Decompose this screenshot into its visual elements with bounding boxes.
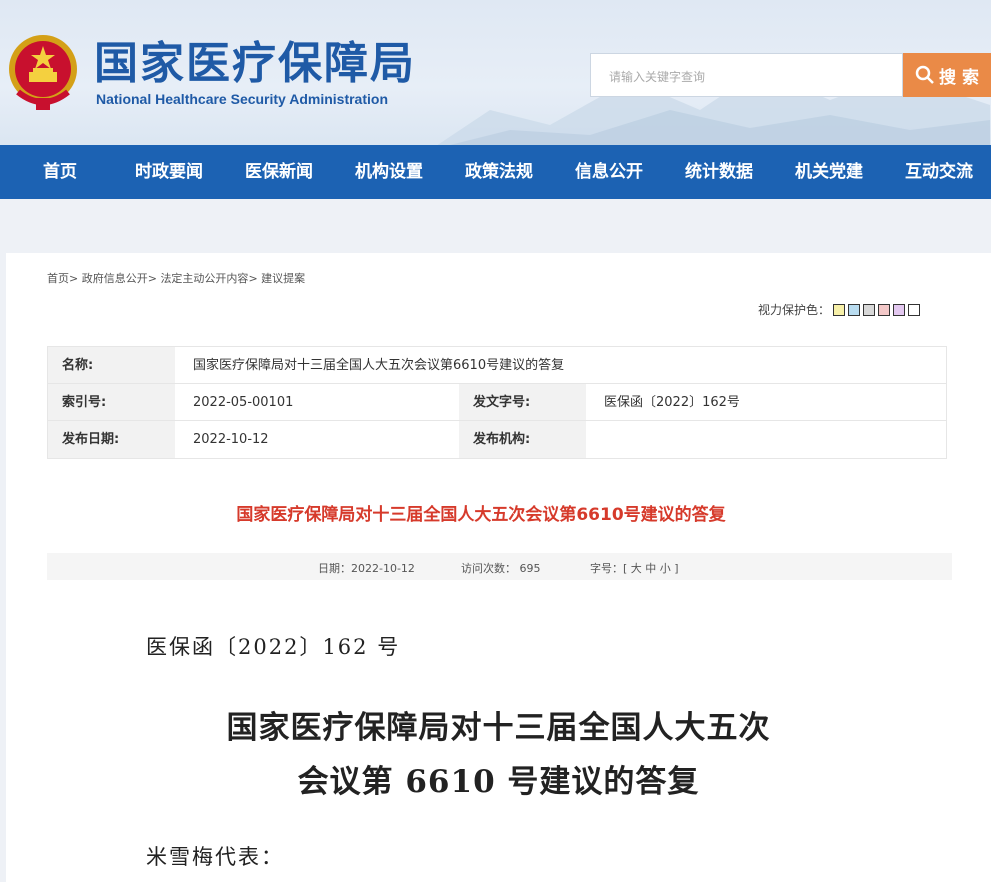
site-header: 国家医疗保障局 National Healthcare Security Adm… <box>0 0 991 145</box>
site-subtitle: National Healthcare Security Administrat… <box>96 91 388 107</box>
color-swatch-pink[interactable] <box>878 303 891 316</box>
color-swatch-gray[interactable] <box>863 303 876 316</box>
document-meta-table: 名称: 国家医疗保障局对十三届全国人大五次会议第6610号建议的答复 索引号: … <box>47 346 947 459</box>
eye-protect-colors: 视力保护色： <box>758 301 921 318</box>
meta-docno-value: 医保函〔2022〕162号 <box>604 395 740 410</box>
article-date: 日期：2022-10-12 <box>318 562 415 575</box>
search-button[interactable]: 搜 索 <box>903 53 991 97</box>
font-size-control[interactable]: 字号：[ 大 中 小 ] <box>590 560 679 576</box>
meta-org-label: 发布机构: <box>459 421 586 458</box>
breadcrumb-item-proposals[interactable]: 建议提案 <box>261 272 305 285</box>
breadcrumb-item-disclosure[interactable]: 政府信息公开 <box>82 272 148 285</box>
meta-org-value <box>586 421 604 458</box>
meta-row-name: 名称: 国家医疗保障局对十三届全国人大五次会议第6610号建议的答复 <box>48 347 946 384</box>
meta-index-label: 索引号: <box>48 384 175 420</box>
breadcrumb-separator: > <box>248 272 258 285</box>
color-swatch-purple[interactable] <box>893 303 906 316</box>
nav-item-news[interactable]: 时政要闻 <box>124 145 214 199</box>
meta-date-value: 2022-10-12 <box>193 432 269 447</box>
breadcrumb-separator: > <box>69 272 79 285</box>
site-title[interactable]: 国家医疗保障局 <box>94 38 416 90</box>
search-button-label: 搜 索 <box>939 67 979 88</box>
content-card: 首页> 政府信息公开> 法定主动公开内容> 建议提案 视力保护色： 名称: 国家… <box>6 253 991 882</box>
nav-item-home[interactable]: 首页 <box>20 145 100 199</box>
document-heading-line2: 会议第 6610 号建议的答复 <box>297 764 700 800</box>
document-greeting: 米雪梅代表： <box>146 845 284 869</box>
nav-item-healthcare-news[interactable]: 医保新闻 <box>234 145 324 199</box>
search-input[interactable]: 请输入关键字查询 <box>590 53 903 97</box>
color-swatch-white[interactable] <box>908 303 921 316</box>
national-emblem-icon <box>9 35 77 110</box>
document-number: 医保函〔2022〕162 号 <box>146 635 401 659</box>
meta-name-label: 名称: <box>48 347 175 383</box>
article-info-bar: 日期：2022-10-12 访问次数： 695 字号：[ 大 中 小 ] <box>47 553 952 580</box>
nav-item-statistics[interactable]: 统计数据 <box>674 145 764 199</box>
nav-item-disclosure[interactable]: 信息公开 <box>564 145 654 199</box>
meta-docno-label: 发文字号: <box>459 384 586 420</box>
main-nav: 首页 时政要闻 医保新闻 机构设置 政策法规 信息公开 统计数据 机关党建 互动… <box>0 145 991 199</box>
search-icon <box>915 65 934 84</box>
breadcrumb-item-mandatory[interactable]: 法定主动公开内容 <box>160 272 248 285</box>
color-swatch-yellow[interactable] <box>833 303 846 316</box>
meta-date-label: 发布日期: <box>48 421 175 458</box>
eye-protect-label: 视力保护色： <box>758 303 831 317</box>
meta-row-date: 发布日期: 2022-10-12 发布机构: <box>48 421 946 458</box>
nav-item-policy[interactable]: 政策法规 <box>454 145 544 199</box>
article-title: 国家医疗保障局对十三届全国人大五次会议第6610号建议的答复 <box>236 505 726 525</box>
meta-name-value: 国家医疗保障局对十三届全国人大五次会议第6610号建议的答复 <box>193 358 565 373</box>
document-heading: 国家医疗保障局对十三届全国人大五次 会议第 6610 号建议的答复 <box>6 701 991 809</box>
meta-index-value: 2022-05-00101 <box>193 395 294 410</box>
meta-row-index: 索引号: 2022-05-00101 发文字号: 医保函〔2022〕162号 <box>48 384 946 421</box>
article-visits: 访问次数： 695 <box>461 562 541 575</box>
nav-item-interaction[interactable]: 互动交流 <box>894 145 984 199</box>
breadcrumb: 首页> 政府信息公开> 法定主动公开内容> 建议提案 <box>47 270 305 286</box>
breadcrumb-item-home[interactable]: 首页 <box>47 272 69 285</box>
breadcrumb-separator: > <box>147 272 157 285</box>
color-swatch-blue[interactable] <box>848 303 861 316</box>
nav-item-organization[interactable]: 机构设置 <box>344 145 434 199</box>
document-heading-line1: 国家医疗保障局对十三届全国人大五次 <box>226 710 771 746</box>
nav-item-party[interactable]: 机关党建 <box>784 145 874 199</box>
